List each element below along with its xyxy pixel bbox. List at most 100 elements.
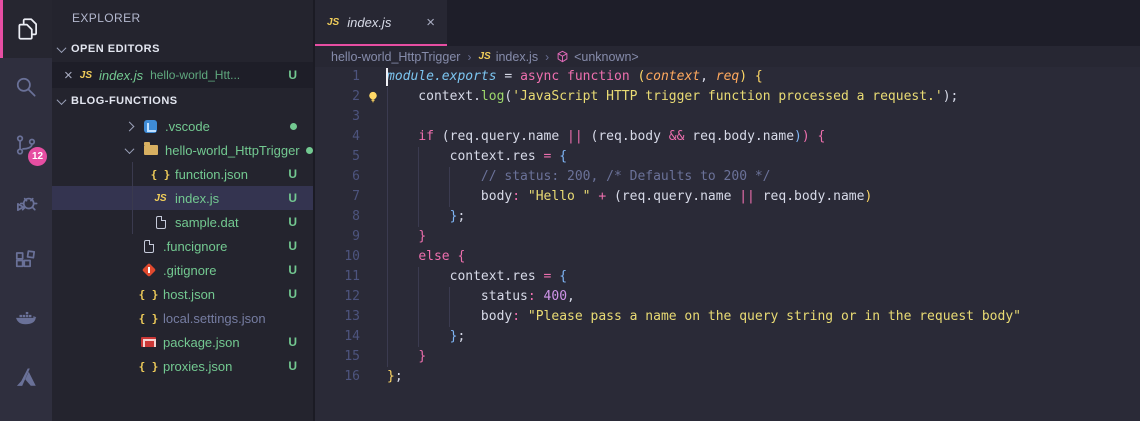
text-cursor bbox=[386, 68, 388, 86]
vscode-file-icon bbox=[142, 119, 159, 133]
braces-file-icon: { } bbox=[138, 287, 159, 301]
code-line-16[interactable]: 16}; bbox=[315, 367, 1140, 387]
line-number: 13 bbox=[344, 309, 360, 324]
indent-guide bbox=[387, 87, 388, 367]
js-file-icon: JS bbox=[79, 69, 92, 81]
line-number: 7 bbox=[352, 189, 360, 204]
braces-file-icon: { } bbox=[150, 167, 171, 181]
debug-icon bbox=[13, 190, 39, 216]
open-editors-header[interactable]: OPEN EDITORS bbox=[52, 36, 313, 62]
chevron-down-icon bbox=[56, 42, 67, 53]
git-status-badge: U bbox=[288, 359, 297, 373]
tree-item--gitignore[interactable]: .gitignore U bbox=[52, 258, 313, 282]
modified-dot bbox=[305, 146, 313, 154]
files-icon bbox=[15, 16, 41, 42]
workspace-folder-header[interactable]: BLOG-FUNCTIONS bbox=[52, 88, 313, 114]
scm-changes-badge: 12 bbox=[28, 147, 47, 166]
tree-item-hello-world-httptrigger[interactable]: hello-world_HttpTrigger bbox=[52, 138, 313, 162]
modified-dot bbox=[290, 122, 297, 130]
indent-guide bbox=[449, 167, 450, 207]
line-number: 4 bbox=[352, 129, 360, 144]
git-status-badge: U bbox=[288, 191, 297, 205]
tree-item-function-json[interactable]: { } function.json U bbox=[52, 162, 313, 186]
open-editor-file-description: hello-world_Htt... bbox=[150, 68, 241, 82]
line-number: 8 bbox=[352, 209, 360, 224]
indent-guide bbox=[449, 287, 450, 327]
tree-item-index-js[interactable]: JS index.js U bbox=[52, 186, 313, 210]
line-number: 3 bbox=[352, 109, 360, 124]
code-line-2[interactable]: 2 context.log('JavaScript HTTP trigger f… bbox=[315, 87, 1140, 107]
git-status-badge: U bbox=[288, 287, 297, 301]
js-file-icon: JS bbox=[154, 192, 167, 204]
open-editor-item-indexjs[interactable]: × JS index.js hello-world_Htt... U bbox=[52, 62, 313, 88]
activity-item-files[interactable] bbox=[0, 0, 52, 58]
close-icon[interactable]: × bbox=[64, 68, 73, 83]
activity-item-extensions[interactable] bbox=[0, 232, 52, 290]
code-line-3[interactable]: 3 bbox=[315, 107, 1140, 127]
tree-item-sample-dat[interactable]: sample.dat U bbox=[52, 210, 313, 234]
file-name: .funcignore bbox=[163, 238, 228, 254]
file-tree: .vscode hello-world_HttpTrigger { } functio… bbox=[52, 114, 313, 378]
tree-item-package-json[interactable]: package.json U bbox=[52, 330, 313, 354]
line-number: 2 bbox=[352, 89, 360, 104]
activity-item-source-control[interactable]: 12 bbox=[0, 116, 52, 174]
tree-item-proxies-json[interactable]: { } proxies.json U bbox=[52, 354, 313, 378]
close-icon[interactable]: × bbox=[426, 15, 435, 30]
activity-item-docker[interactable] bbox=[0, 290, 52, 348]
activity-bar: 12 bbox=[0, 0, 52, 421]
tab-bar: JS index.js × bbox=[315, 0, 1140, 46]
activity-item-azure[interactable] bbox=[0, 348, 52, 406]
line-number: 6 bbox=[352, 169, 360, 184]
tree-item--vscode[interactable]: .vscode bbox=[52, 114, 313, 138]
code-line-12[interactable]: 12 status: 400, bbox=[315, 287, 1140, 307]
npm-file-icon bbox=[140, 337, 157, 347]
activity-item-search[interactable] bbox=[0, 58, 52, 116]
code-line-15[interactable]: 15 } bbox=[315, 347, 1140, 367]
code-line-14[interactable]: 14 }; bbox=[315, 327, 1140, 347]
vscode-window: 12 EXPLORER OPEN EDITORS × JS index.js h… bbox=[0, 0, 1140, 421]
file-file-icon bbox=[140, 239, 157, 253]
tree-item--funcignore[interactable]: .funcignore U bbox=[52, 234, 313, 258]
code-line-6[interactable]: 6 // status: 200, /* Defaults to 200 */ bbox=[315, 167, 1140, 187]
file-name: package.json bbox=[163, 334, 240, 350]
js-file-icon: JS bbox=[478, 51, 491, 62]
activity-item-debug[interactable] bbox=[0, 174, 52, 232]
git-status-badge: U bbox=[288, 335, 297, 349]
breadcrumb-segment[interactable]: JS index.js bbox=[478, 50, 538, 64]
breadcrumb-segment[interactable]: <unknown> bbox=[556, 50, 639, 64]
line-number: 5 bbox=[352, 149, 360, 164]
breadcrumb-separator: › bbox=[467, 49, 472, 64]
code-line-11[interactable]: 11 context.res = { bbox=[315, 267, 1140, 287]
tree-item-local-settings-json[interactable]: { } local.settings.json bbox=[52, 306, 313, 330]
file-name: local.settings.json bbox=[163, 310, 266, 326]
code-line-10[interactable]: 10 else { bbox=[315, 247, 1140, 267]
workspace-folder-label: BLOG-FUNCTIONS bbox=[71, 95, 178, 107]
braces-file-icon: { } bbox=[138, 311, 159, 325]
code-line-5[interactable]: 5 context.res = { bbox=[315, 147, 1140, 167]
code-line-9[interactable]: 9 } bbox=[315, 227, 1140, 247]
tab-title: index.js bbox=[347, 14, 392, 30]
code-line-8[interactable]: 8 }; bbox=[315, 207, 1140, 227]
tab-indexjs[interactable]: JS index.js × bbox=[315, 0, 447, 46]
code-editor[interactable]: 1 module.exports = async function (contex… bbox=[315, 67, 1140, 421]
breadcrumb: hello-world_HttpTrigger › JS index.js › <unkn… bbox=[315, 46, 1140, 67]
git-status-badge: U bbox=[288, 68, 297, 82]
code-line-1[interactable]: 1 module.exports = async function (contex… bbox=[315, 67, 1140, 87]
code-line-4[interactable]: 4 if (req.query.name || (req.body && req… bbox=[315, 127, 1140, 147]
code-line-7[interactable]: 7 body: "Hello " + (req.query.name || re… bbox=[315, 187, 1140, 207]
azure-icon bbox=[13, 364, 39, 390]
chevron-right-icon[interactable] bbox=[124, 121, 134, 131]
extensions-icon bbox=[13, 248, 39, 274]
chevron-down-icon bbox=[56, 94, 67, 105]
indent-guide bbox=[418, 147, 419, 227]
search-icon bbox=[13, 74, 39, 100]
code-line-13[interactable]: 13 body: "Please pass a name on the quer… bbox=[315, 307, 1140, 327]
symbol-cube-icon bbox=[556, 50, 569, 63]
git-status-badge: U bbox=[288, 167, 297, 181]
open-editors-label: OPEN EDITORS bbox=[71, 43, 160, 55]
indent-guide bbox=[418, 267, 419, 347]
docker-icon bbox=[13, 306, 39, 332]
tree-item-host-json[interactable]: { } host.json U bbox=[52, 282, 313, 306]
breadcrumb-segment[interactable]: hello-world_HttpTrigger bbox=[331, 50, 460, 64]
chevron-down-icon[interactable] bbox=[124, 143, 134, 154]
